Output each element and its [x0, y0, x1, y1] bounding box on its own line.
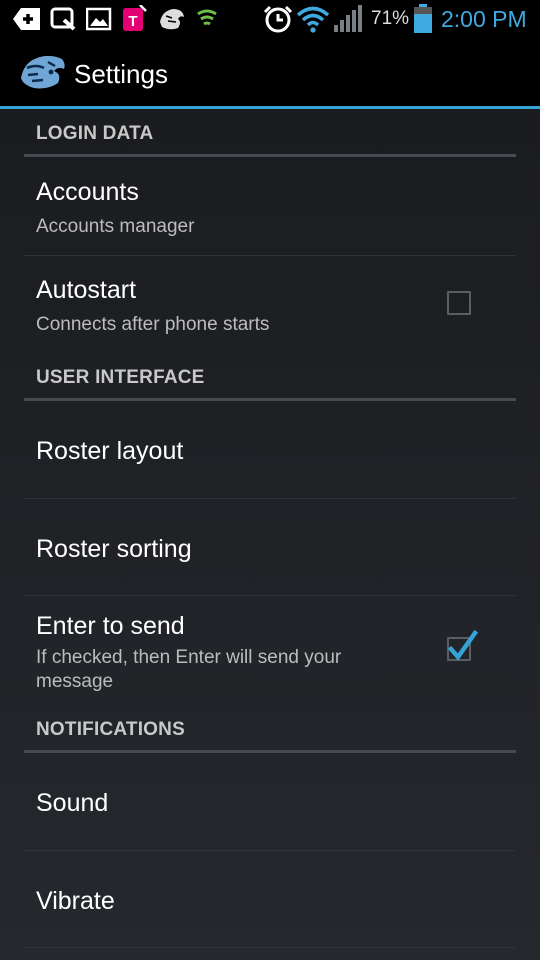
pref-title: Accounts [36, 178, 139, 206]
category-header: USER INTERFACE [36, 367, 205, 388]
pref-title: Roster layout [36, 437, 184, 465]
pref-title: Roster sorting [36, 535, 192, 563]
category-notifications: NOTIFICATIONS [24, 705, 516, 753]
page-title: Settings [74, 59, 168, 89]
settings-list[interactable]: LOGIN DATA Accounts Accounts manager Aut… [0, 109, 540, 960]
image-icon [85, 7, 112, 36]
category-login-data: LOGIN DATA [24, 109, 516, 157]
status-bar: T 71% 2:00 PM [0, 0, 540, 38]
autostart-checkbox[interactable] [447, 291, 471, 315]
battery-percent: 71% [371, 8, 410, 29]
t-mobile-icon: T [122, 4, 148, 38]
pref-title: Vibrate [36, 887, 115, 915]
pref-roster-sorting[interactable]: Roster sorting [24, 499, 516, 596]
pref-summary: Connects after phone starts [36, 314, 270, 335]
pref-title: Sound [36, 789, 109, 817]
checkmark-icon [447, 629, 479, 661]
battery-icon [413, 4, 433, 39]
pref-autostart[interactable]: Autostart Connects after phone starts [24, 256, 516, 353]
signal-icon [333, 5, 365, 38]
pref-enter-to-send[interactable]: Enter to send If checked, then Enter wil… [24, 596, 516, 705]
vpn-shield-icon [196, 9, 218, 34]
pref-vibrate[interactable]: Vibrate [24, 851, 516, 948]
alarm-icon [263, 4, 293, 39]
pref-summary: Accounts manager [36, 216, 195, 237]
svg-text:T: T [128, 13, 137, 30]
search-notification-icon [50, 7, 76, 36]
category-user-interface: USER INTERFACE [24, 353, 516, 401]
status-clock: 2:00 PM [441, 6, 527, 32]
pref-summary: If checked, then Enter will send your me… [36, 647, 342, 692]
wifi-icon [296, 5, 330, 38]
pref-title: Enter to send [36, 612, 185, 640]
action-bar: Settings [0, 38, 540, 109]
pref-title: Autostart [36, 276, 137, 304]
tiger-app-icon [158, 6, 186, 37]
pref-sound[interactable]: Sound [24, 753, 516, 851]
enter-to-send-checkbox[interactable] [447, 629, 479, 661]
category-header: NOTIFICATIONS [36, 719, 185, 740]
pref-accounts[interactable]: Accounts Accounts manager [24, 158, 516, 256]
pref-roster-layout[interactable]: Roster layout [24, 401, 516, 499]
category-header: LOGIN DATA [36, 123, 154, 144]
tiger-logo-icon[interactable] [18, 52, 68, 99]
add-notification-icon [12, 7, 42, 36]
